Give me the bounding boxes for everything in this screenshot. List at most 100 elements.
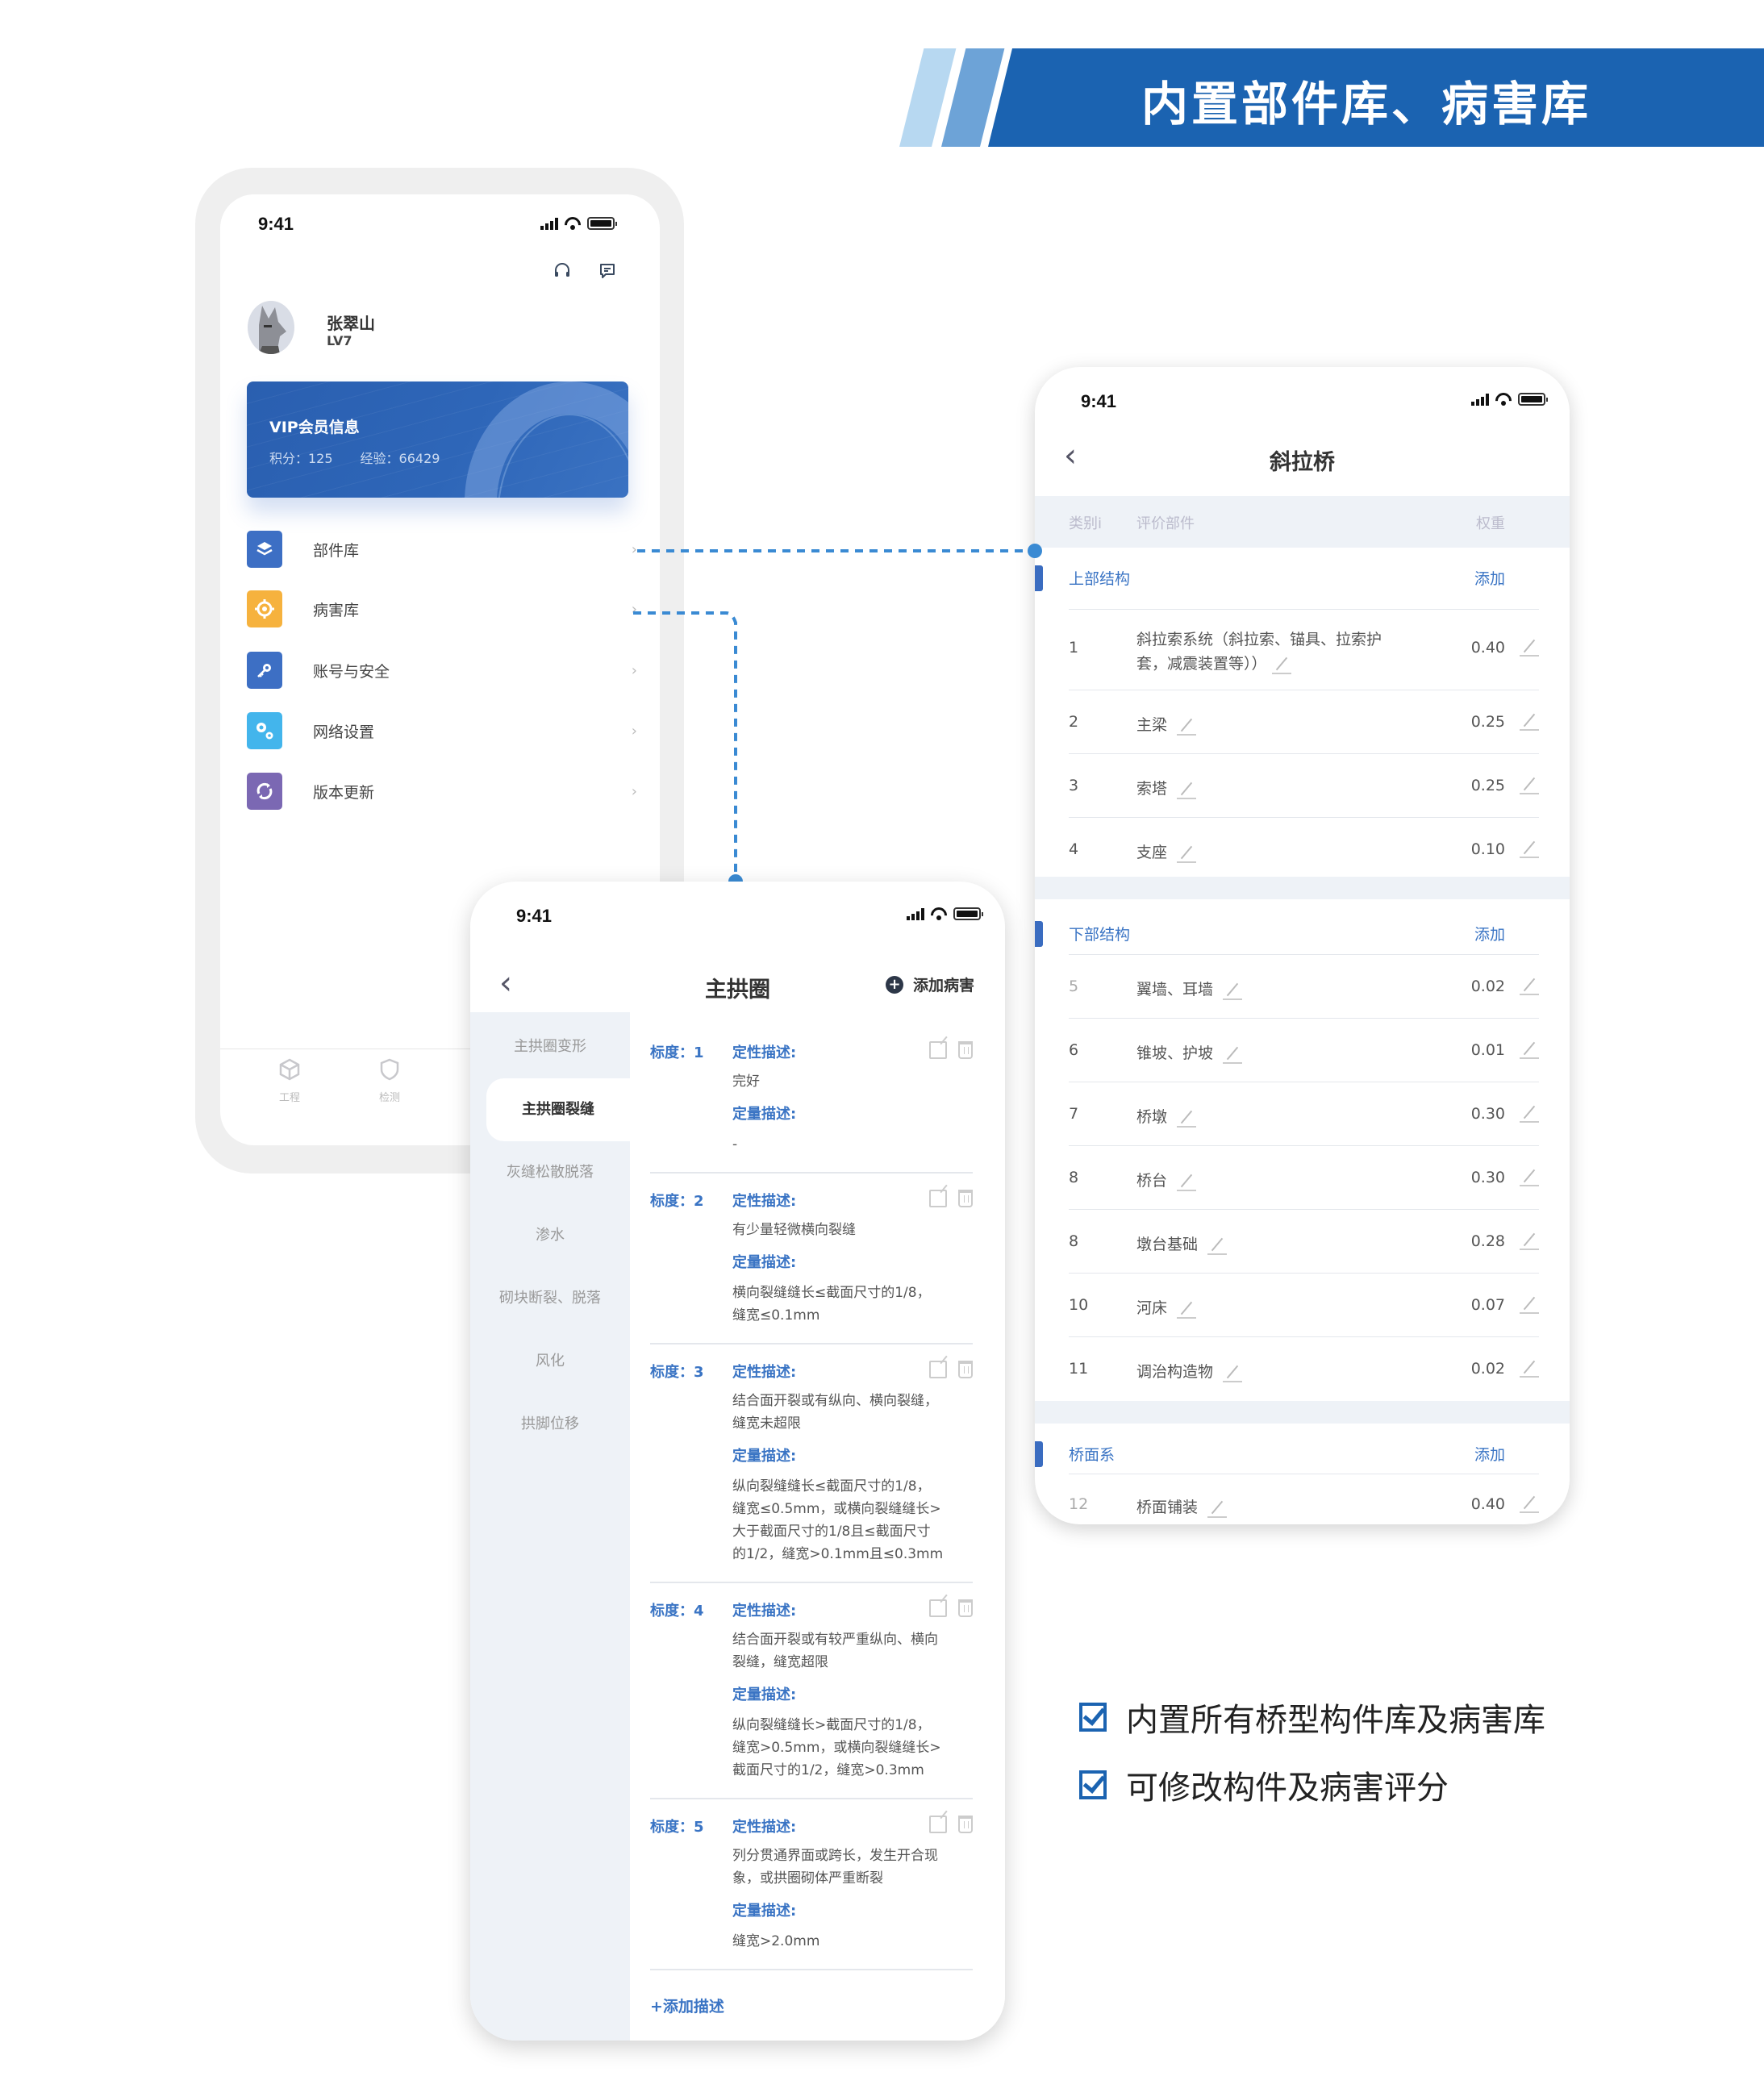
entry-divider	[650, 1798, 973, 1799]
edit-pencil-icon[interactable]	[1177, 844, 1197, 863]
category-item[interactable]: 风化	[470, 1330, 630, 1393]
trash-icon[interactable]	[958, 1599, 973, 1617]
edit-pencil-icon[interactable]	[1223, 981, 1243, 1000]
edit-pencil-icon[interactable]	[1207, 1236, 1228, 1255]
table-row: 5 翼墙、耳墙 0.02	[1069, 954, 1539, 1018]
qualitative-label: 定性描述:	[732, 1819, 797, 1836]
nav-bar: ‹ 斜拉桥	[1035, 431, 1570, 480]
edit-pencil-icon[interactable]	[1177, 780, 1197, 799]
table-row: 4 支座 0.10	[1069, 817, 1539, 881]
category-item[interactable]: 渗水	[470, 1204, 630, 1267]
edit-icon[interactable]	[929, 1041, 947, 1059]
degree-label: 标度：1	[650, 1044, 704, 1061]
table-row: 10 河床 0.07	[1069, 1273, 1539, 1336]
row-name: 桥面铺装	[1136, 1495, 1228, 1518]
status-bar: 9:41	[470, 882, 1005, 926]
quantitative-label: 定量描述:	[732, 1448, 797, 1465]
edit-pencil-icon[interactable]	[1520, 1294, 1539, 1314]
qualitative-text: 缝宽未超限	[732, 1415, 801, 1432]
edit-pencil-icon[interactable]	[1520, 711, 1539, 731]
category-item[interactable]: 主拱圈变形	[470, 1015, 630, 1078]
degree-label: 标度：2	[650, 1193, 704, 1210]
add-button[interactable]: 添加	[1474, 567, 1505, 589]
edit-pencil-icon[interactable]	[1520, 976, 1539, 995]
category-item[interactable]: 主拱圈裂缝	[486, 1078, 630, 1141]
add-button[interactable]: 添加	[1474, 923, 1505, 944]
category-item[interactable]: 砌块断裂、脱落	[470, 1267, 630, 1330]
quantitative-text: 缝宽>2.0mm	[732, 1933, 820, 1949]
quantitative-text: 缝宽≤0.1mm	[732, 1307, 820, 1324]
row-name: 调治构造物	[1136, 1360, 1243, 1382]
qualitative-label: 定性描述:	[732, 1044, 797, 1061]
trash-icon[interactable]	[958, 1816, 973, 1833]
edit-icon[interactable]	[929, 1599, 947, 1617]
row-number: 10	[1069, 1296, 1089, 1314]
status-bar: 9:41	[1035, 367, 1570, 411]
edit-pencil-icon[interactable]	[1177, 1108, 1197, 1128]
qualitative-label: 定性描述:	[732, 1364, 797, 1381]
edit-pencil-icon[interactable]	[1520, 1040, 1539, 1059]
disease-entries: 标度：1 定性描述: 完好 定量描述: - 标度：2 定性描述: 有少量轻微横向裂缝 定量描述:…	[630, 1023, 1005, 2041]
entry-divider	[650, 1969, 973, 1970]
qualitative-text: 象，或拱圈砌体严重断裂	[732, 1870, 883, 1886]
page-title: 斜拉桥	[1270, 450, 1335, 475]
row-weight: 0.25	[1470, 777, 1505, 794]
trash-icon[interactable]	[958, 1041, 973, 1059]
edit-pencil-icon[interactable]	[1520, 1494, 1539, 1513]
status-time: 9:41	[1081, 391, 1117, 411]
column-component: 评价部件	[1136, 515, 1195, 532]
component-library-screen: 9:41 ‹ 斜拉桥 类别i 评价部件 权重 上部结构 添加 1 斜拉索系统（斜…	[1035, 367, 1570, 1524]
add-disease-button[interactable]: + 添加病害	[885, 973, 974, 995]
edit-pencil-icon[interactable]	[1520, 1231, 1539, 1250]
trash-icon[interactable]	[958, 1361, 973, 1378]
edit-pencil-icon[interactable]	[1520, 1358, 1539, 1378]
edit-icon[interactable]	[929, 1190, 947, 1207]
qualitative-text: 结合面开裂或有纵向、横向裂缝，	[732, 1393, 938, 1409]
feature-text: 内置所有桥型构件库及病害库	[1126, 1702, 1545, 1739]
category-item[interactable]: 灰缝松散脱落	[470, 1141, 630, 1204]
edit-pencil-icon[interactable]	[1520, 1103, 1539, 1123]
trash-icon[interactable]	[958, 1190, 973, 1207]
edit-pencil-icon[interactable]	[1177, 716, 1197, 736]
wifi-icon	[1495, 393, 1512, 406]
quantitative-text: 缝宽≤0.5mm，或横向裂缝缝长>	[732, 1501, 941, 1517]
status-time: 9:41	[516, 906, 553, 926]
edit-pencil-icon[interactable]	[1520, 839, 1539, 858]
checkbox-checked-icon	[1079, 1703, 1107, 1732]
edit-pencil-icon[interactable]	[1271, 655, 1291, 674]
table-row: 12 桥面铺装 0.40	[1069, 1474, 1539, 1524]
edit-pencil-icon[interactable]	[1177, 1299, 1197, 1319]
quantitative-text: 截面尺寸的1/2，缝宽>0.3mm	[732, 1762, 924, 1778]
row-number: 8	[1069, 1169, 1079, 1186]
edit-pencil-icon[interactable]	[1207, 1499, 1228, 1518]
table-row: 7 桥墩 0.30	[1069, 1082, 1539, 1145]
edit-pencil-icon[interactable]	[1177, 1172, 1197, 1191]
section-name: 下部结构	[1069, 926, 1131, 944]
add-button[interactable]: 添加	[1474, 1443, 1505, 1465]
edit-icon[interactable]	[929, 1361, 947, 1378]
edit-pencil-icon[interactable]	[1520, 1167, 1539, 1186]
feature-item: 可修改构件及病害评分	[1079, 1761, 1449, 1808]
qualitative-label: 定性描述:	[732, 1193, 797, 1210]
category-item[interactable]: 拱脚位移	[470, 1393, 630, 1456]
row-number: 1	[1069, 639, 1079, 657]
connector-disease-library	[633, 611, 737, 882]
plus-circle-icon: +	[885, 975, 903, 994]
row-number: 3	[1069, 777, 1079, 794]
edit-pencil-icon[interactable]	[1223, 1044, 1243, 1064]
edit-pencil-icon[interactable]	[1520, 637, 1539, 657]
edit-pencil-icon[interactable]	[1520, 775, 1539, 794]
edit-icon[interactable]	[929, 1816, 947, 1833]
column-category: 类别i	[1069, 515, 1103, 532]
row-weight: 0.01	[1470, 1041, 1505, 1059]
nav-bar: ‹ 主拱圈 + 添加病害	[470, 959, 1005, 1007]
table-row: 11 调治构造物 0.02	[1069, 1336, 1539, 1400]
quantitative-label: 定量描述:	[732, 1903, 797, 1920]
section-superstructure: 上部结构 添加	[1035, 548, 1570, 609]
add-description-button[interactable]: +添加描述	[650, 1995, 724, 2016]
quantitative-text: 纵向裂缝缝长≤截面尺寸的1/8，	[732, 1478, 931, 1495]
row-weight: 0.25	[1470, 713, 1505, 731]
edit-pencil-icon[interactable]	[1223, 1363, 1243, 1382]
quantitative-text: 纵向裂缝缝长>截面尺寸的1/8，	[732, 1717, 931, 1733]
checkbox-checked-icon	[1079, 1770, 1107, 1799]
